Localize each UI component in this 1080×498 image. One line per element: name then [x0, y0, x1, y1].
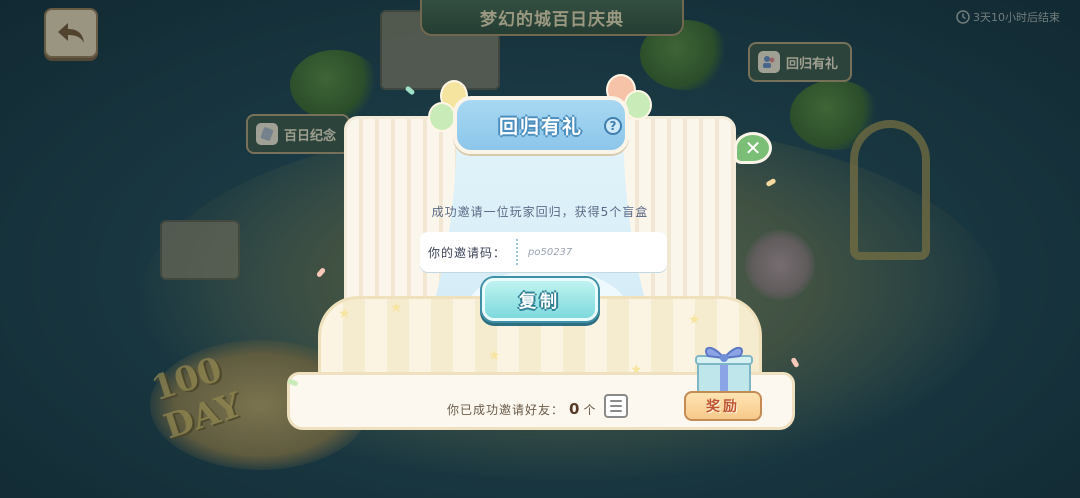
star-decoration: ★ — [688, 312, 701, 328]
gift-box-icon — [695, 347, 753, 395]
star-decoration: ★ — [338, 306, 351, 322]
invite-description: 成功邀请一位玩家回归，获得5个盲盒 — [431, 205, 649, 219]
close-button[interactable]: ✕ — [734, 132, 772, 164]
invited-suffix: 个 — [583, 402, 597, 417]
star-decoration: ★ — [488, 348, 501, 364]
list-icon[interactable] — [604, 394, 628, 418]
balloon — [428, 102, 456, 132]
copy-label: 复制 — [519, 292, 561, 312]
modal-title-plaque: 回归有礼 — [453, 96, 629, 154]
reward-button[interactable]: 奖励 — [684, 391, 762, 421]
reward-label: 奖励 — [706, 399, 740, 415]
modal-title: 回归有礼 — [498, 115, 583, 138]
invited-friends-status: 你已成功邀请好友： 0 个 — [447, 399, 596, 419]
star-decoration: ★ — [390, 300, 403, 316]
question-icon[interactable]: ? — [604, 117, 622, 135]
invite-code-box: 你的邀请码： po50237 — [420, 232, 667, 272]
copy-button[interactable]: 复制 — [482, 278, 598, 321]
invited-count: 0 — [569, 400, 581, 418]
invite-code-label: 你的邀请码： — [420, 239, 518, 265]
invite-code-value[interactable]: po50237 — [518, 247, 572, 258]
close-icon: ✕ — [744, 136, 762, 160]
invited-prefix: 你已成功邀请好友： — [447, 402, 565, 417]
